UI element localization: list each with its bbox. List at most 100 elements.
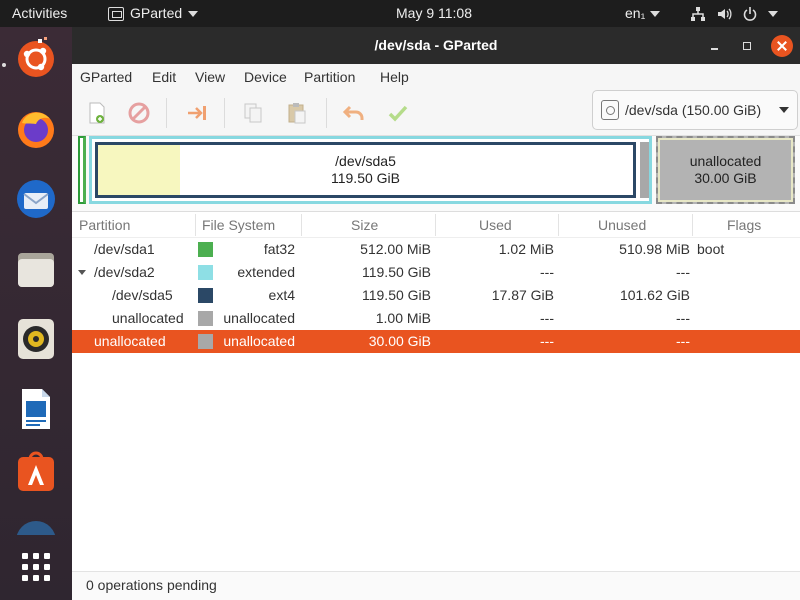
filesystem-color-swatch	[198, 265, 213, 280]
menu-bar: GParted Edit View Device Partition Help	[72, 64, 800, 90]
libreoffice-writer-icon[interactable]	[12, 385, 60, 433]
unused-cell: 101.62 GiB	[619, 287, 690, 303]
size-cell: 1.00 MiB	[375, 310, 431, 326]
partition-table: Partition File System Size Used Unused F…	[72, 211, 800, 571]
filesystem-cell: ext4	[268, 287, 295, 303]
menu-view[interactable]: View	[195, 64, 225, 90]
used-cell: ---	[540, 333, 554, 349]
device-selector[interactable]: /dev/sda (150.00 GiB)	[592, 90, 798, 130]
copy-button[interactable]	[236, 96, 270, 130]
disk-icon	[601, 100, 619, 120]
table-row[interactable]: unallocated unallocated 1.00 MiB --- ---	[72, 307, 800, 330]
graphic-small-unallocated[interactable]	[640, 142, 649, 198]
power-icon	[743, 6, 757, 21]
chevron-down-icon	[779, 107, 789, 113]
size-cell: 512.00 MiB	[360, 241, 431, 257]
unused-cell: ---	[676, 310, 690, 326]
size-cell: 119.50 GiB	[361, 287, 431, 303]
top-bar: Activities GParted May 9 11:08 en₁	[0, 0, 800, 27]
filesystem-color-swatch	[198, 242, 213, 257]
expander-icon[interactable]	[78, 270, 86, 275]
app-menu-button[interactable]: GParted	[108, 0, 199, 27]
volume-icon	[718, 8, 732, 19]
column-separator	[435, 214, 436, 236]
activities-button[interactable]: Activities	[12, 0, 67, 27]
used-cell: 17.87 GiB	[491, 287, 554, 303]
system-menu[interactable]	[690, 0, 778, 27]
menu-edit[interactable]: Edit	[152, 64, 176, 90]
table-row[interactable]: /dev/sda2 extended 119.50 GiB --- ---	[72, 261, 800, 284]
new-partition-button[interactable]	[80, 96, 114, 130]
column-separator	[301, 214, 302, 236]
ubuntu-installer-icon[interactable]	[12, 35, 60, 83]
toolbar: /dev/sda (150.00 GiB)	[72, 90, 800, 136]
dock	[0, 27, 72, 600]
column-header-file-system[interactable]: File System	[202, 212, 275, 238]
undo-button[interactable]	[337, 96, 371, 130]
graphic-sda2-extended[interactable]: /dev/sda5 119.50 GiB	[89, 136, 652, 204]
files-icon[interactable]	[12, 245, 60, 293]
chevron-down-icon	[650, 10, 661, 17]
show-applications-icon[interactable]	[12, 545, 60, 593]
partial-app-icon[interactable]	[12, 515, 60, 535]
maximize-button[interactable]	[737, 36, 757, 56]
graphic-unallocated[interactable]: unallocated 30.00 GiB	[656, 136, 795, 204]
table-header: Partition File System Size Used Unused F…	[72, 212, 800, 238]
apply-button[interactable]	[381, 96, 415, 130]
firefox-icon[interactable]	[12, 105, 60, 153]
table-row[interactable]: /dev/sda5 ext4 119.50 GiB 17.87 GiB 101.…	[72, 284, 800, 307]
menu-help[interactable]: Help	[380, 64, 409, 90]
chevron-down-icon	[188, 10, 199, 17]
column-header-flags[interactable]: Flags	[727, 212, 761, 238]
network-icon	[691, 6, 705, 21]
partition-cell: unallocated	[94, 333, 166, 349]
delete-partition-button[interactable]	[122, 96, 156, 130]
used-cell: ---	[540, 264, 554, 280]
filesystem-color-swatch	[198, 288, 213, 303]
toolbar-separator	[326, 98, 327, 128]
table-row-selected[interactable]: unallocated unallocated 30.00 GiB --- --…	[72, 330, 800, 353]
device-selector-label: /dev/sda (150.00 GiB)	[625, 102, 762, 118]
column-header-size[interactable]: Size	[351, 212, 378, 238]
minimize-button[interactable]	[705, 36, 725, 56]
graphic-sda5-label: /dev/sda5	[335, 153, 396, 169]
clock[interactable]: May 9 11:08	[396, 0, 472, 27]
paste-icon	[288, 103, 306, 124]
language-label: en₁	[625, 5, 646, 21]
gparted-window: /dev/sda - GParted GParted Edit View Dev…	[72, 27, 800, 600]
filesystem-cell: fat32	[263, 241, 295, 257]
graphic-sda1[interactable]	[78, 136, 86, 204]
column-header-unused[interactable]: Unused	[598, 212, 646, 238]
close-button[interactable]	[771, 35, 793, 57]
menu-partition[interactable]: Partition	[304, 64, 355, 90]
title-bar[interactable]: /dev/sda - GParted	[72, 27, 800, 64]
menu-gparted[interactable]: GParted	[80, 64, 132, 90]
ubuntu-software-icon[interactable]	[12, 447, 60, 495]
resize-move-icon	[188, 106, 206, 120]
column-separator	[195, 214, 196, 236]
used-cell: 1.02 MiB	[498, 241, 554, 257]
copy-icon	[244, 103, 262, 123]
graphic-unallocated-label: unallocated	[689, 153, 762, 169]
column-separator	[692, 214, 693, 236]
language-indicator[interactable]: en₁	[625, 0, 661, 27]
delete-icon	[128, 102, 150, 124]
toolbar-separator	[166, 98, 167, 128]
thunderbird-icon[interactable]	[12, 175, 60, 223]
size-cell: 30.00 GiB	[368, 333, 431, 349]
rhythmbox-icon[interactable]	[12, 315, 60, 363]
graphic-sda5[interactable]: /dev/sda5 119.50 GiB	[95, 142, 636, 198]
unused-cell: 510.98 MiB	[619, 241, 690, 257]
new-document-icon	[89, 102, 105, 124]
operations-pending-status: 0 operations pending	[86, 577, 217, 593]
resize-move-button[interactable]	[180, 96, 214, 130]
partition-cell: unallocated	[112, 310, 184, 326]
column-header-partition[interactable]: Partition	[79, 212, 130, 238]
filesystem-cell: unallocated	[223, 333, 295, 349]
filesystem-cell: extended	[237, 264, 295, 280]
menu-device[interactable]: Device	[244, 64, 287, 90]
paste-button[interactable]	[280, 96, 314, 130]
table-row[interactable]: /dev/sda1 fat32 512.00 MiB 1.02 MiB 510.…	[72, 238, 800, 261]
checkmark-icon	[388, 105, 408, 122]
column-header-used[interactable]: Used	[479, 212, 512, 238]
